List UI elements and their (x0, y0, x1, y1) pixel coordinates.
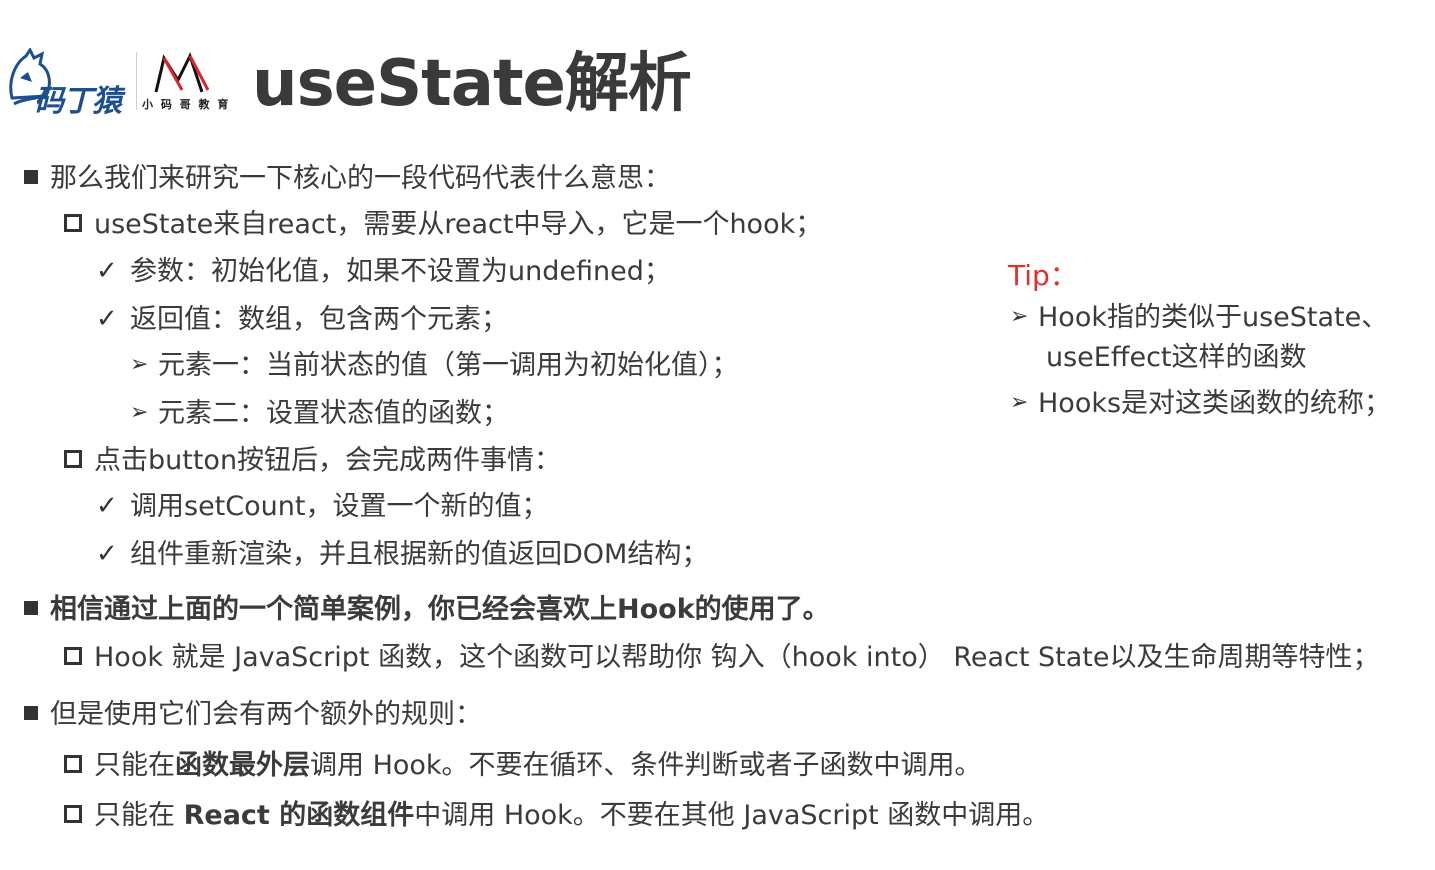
list-item: 那么我们来研究一下核心的一段代码代表什么意思： (24, 161, 671, 197)
xmg-m-logo-icon (154, 52, 210, 93)
mading-logo: 码丁猿 (6, 47, 131, 119)
list-item: 相信通过上面的一个简单案例，你已经会喜欢上Hook的使用了。 (24, 592, 830, 628)
logo2-text: 小 码 哥 教 育 (142, 98, 231, 111)
tip-item: ➢ Hooks是对这类函数的统称； (1010, 385, 1391, 424)
checkmark-icon: ✓ (96, 490, 118, 521)
tip-item: ➢ Hook指的类似于useState、 (1010, 299, 1388, 338)
hollow-square-bullet-icon (64, 213, 82, 232)
tip-title: Tip： (1008, 259, 1078, 292)
arrow-bullet-icon: ➢ (130, 351, 149, 377)
xmg-logo: 小 码 哥 教 育 (142, 50, 232, 112)
checkmark-icon: ✓ (96, 538, 118, 569)
hollow-square-bullet-icon (64, 646, 82, 665)
square-bullet-icon (24, 600, 38, 615)
arrow-bullet-icon: ➢ (130, 399, 149, 425)
list-item: ✓ 返回值：数组，包含两个元素； (96, 302, 508, 339)
logo-divider (136, 52, 137, 110)
list-item: 但是使用它们会有两个额外的规则： (24, 697, 482, 733)
square-bullet-icon (24, 169, 38, 184)
hollow-square-bullet-icon (64, 754, 82, 773)
hollow-square-bullet-icon (64, 804, 82, 823)
rule-item: 只能在 React 的函数组件中调用 Hook。不要在其他 JavaScript… (64, 798, 1049, 834)
checkmark-icon: ✓ (96, 255, 118, 286)
tip-item-continuation: useEffect这样的函数 (1046, 342, 1307, 373)
arrow-bullet-icon: ➢ (1010, 303, 1029, 329)
square-bullet-icon (24, 705, 38, 720)
checkmark-icon: ✓ (96, 303, 118, 334)
page-title: useState解析 (252, 47, 692, 121)
list-item: 点击button按钮后，会完成两件事情： (64, 443, 561, 479)
list-item: useState来自react，需要从react中导入，它是一个hook； (64, 207, 822, 243)
list-item: Hook 就是 JavaScript 函数，这个函数可以帮助你 钩入（hook … (64, 640, 1380, 676)
list-item: ✓ 组件重新渲染，并且根据新的值返回DOM结构； (96, 537, 708, 574)
rule-item: 只能在函数最外层调用 Hook。不要在循环、条件判断或者子函数中调用。 (64, 748, 982, 784)
list-item: ➢ 元素一：当前状态的值（第一调用为初始化值）； (130, 348, 739, 385)
list-item: ➢ 元素二：设置状态值的函数； (130, 396, 509, 433)
header: 码丁猿 小 码 哥 教 育 useState解析 (0, 40, 800, 121)
logo1-text: 码丁猿 (34, 84, 122, 119)
list-item: ✓ 参数：初始化值，如果不设置为undefined； (96, 254, 671, 291)
list-item: ✓ 调用setCount，设置一个新的值； (96, 489, 548, 526)
hollow-square-bullet-icon (64, 449, 82, 468)
arrow-bullet-icon: ➢ (1010, 389, 1029, 415)
